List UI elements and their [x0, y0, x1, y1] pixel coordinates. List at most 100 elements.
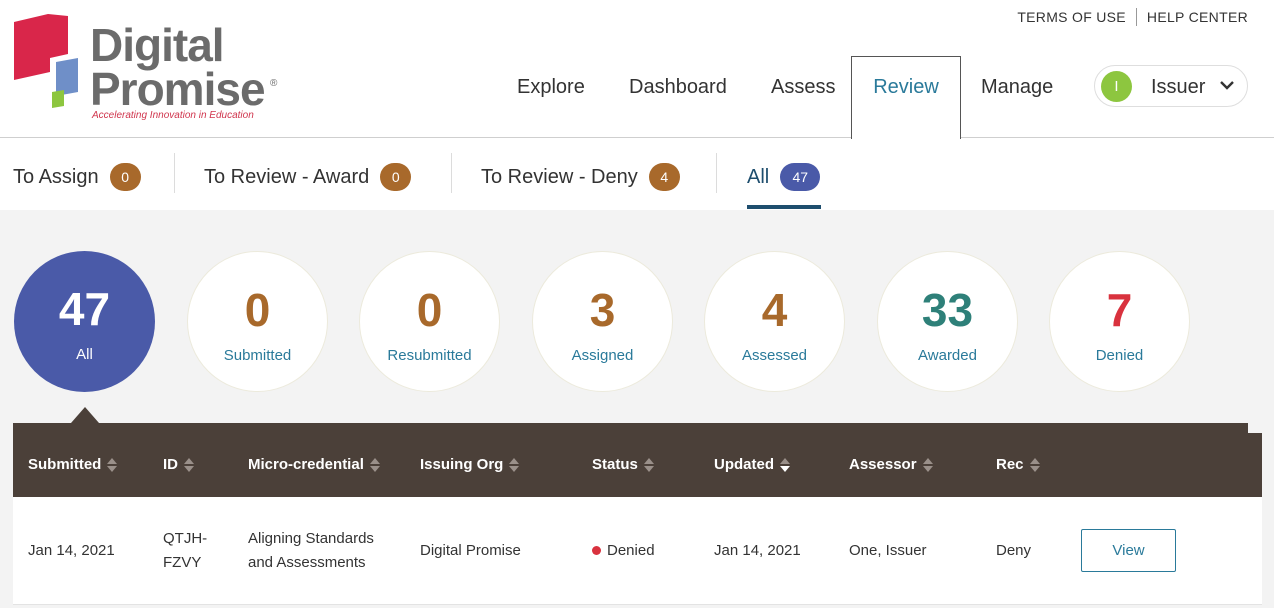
stat-assigned-label: Assigned [571, 347, 634, 364]
column-header-label: Rec [996, 456, 1024, 473]
chevron-down-icon [1220, 81, 1234, 90]
stat-assessed-label: Assessed [741, 347, 808, 364]
active-stat-pointer [71, 407, 99, 423]
sort-desc-icon [780, 457, 790, 473]
sort-icon [509, 457, 520, 473]
cell-id-line2: FZVY [163, 554, 202, 571]
column-header-label: Updated [714, 456, 774, 473]
cell-id: QTJH- FZVY [163, 527, 207, 575]
stat-submitted-label: Submitted [223, 347, 292, 364]
cell-issuing-org: Digital Promise [420, 542, 521, 559]
cell-submitted: Jan 14, 2021 [28, 542, 115, 559]
top-links-divider [1135, 8, 1137, 26]
tab-to-review-award-label: To Review - Award [204, 165, 370, 188]
stat-submitted-value: 0 [244, 284, 271, 336]
avatar: I [1101, 71, 1132, 102]
stat-awarded-value: 33 [921, 284, 974, 336]
column-header-id[interactable]: ID [163, 456, 194, 473]
registered-mark: ® [270, 78, 278, 89]
column-header-updated[interactable]: Updated [714, 456, 790, 473]
stat-awarded-label: Awarded [918, 347, 977, 364]
logo-word-promise: Promise [90, 63, 266, 115]
nav-review-label: Review [873, 76, 939, 98]
stat-denied[interactable]: 7 Denied [1049, 251, 1190, 392]
tab-divider [174, 153, 175, 193]
logo-tagline: Accelerating Innovation in Education [92, 110, 254, 121]
cell-rec: Deny [996, 542, 1032, 559]
stat-assigned-value: 3 [589, 284, 616, 336]
review-subtabs: To Assign 0 To Review - Award 0 To Revie… [0, 139, 1274, 210]
stat-resubmitted-label: Resubmitted [387, 347, 472, 364]
column-header-micro-credential[interactable]: Micro-credential [248, 456, 380, 473]
sort-icon [107, 457, 118, 473]
digital-promise-logo[interactable]: Digital Promise ® Accelerating Innovatio… [12, 14, 282, 124]
top-links: TERMS OF USE HELP CENTER [1017, 8, 1248, 26]
user-menu[interactable]: I Issuer [1094, 65, 1248, 107]
nav-dashboard[interactable]: Dashboard [629, 76, 727, 99]
column-header-assessor[interactable]: Assessor [849, 456, 933, 473]
sort-icon [184, 457, 194, 473]
sort-icon [369, 457, 380, 473]
tab-divider [451, 153, 452, 193]
stat-denied-label: Denied [1095, 347, 1144, 364]
logo-mark-icon [14, 14, 78, 108]
stat-assessed-value: 4 [761, 284, 788, 336]
column-header-label: Assessor [849, 456, 917, 473]
table-header: Submitted ID Micro-credential Issuing Or… [13, 423, 1262, 497]
stat-submitted[interactable]: 0 Submitted [187, 251, 328, 392]
stat-resubmitted[interactable]: 0 Resubmitted [359, 251, 500, 392]
tab-all-label: All [747, 165, 770, 188]
sort-icon [643, 457, 654, 473]
stat-denied-value: 7 [1106, 284, 1133, 336]
column-header-issuing-org[interactable]: Issuing Org [420, 456, 520, 473]
table-header-notch [1248, 423, 1262, 433]
user-name: Issuer [1151, 76, 1206, 98]
cell-micro-credential-line2: and Assessments [248, 554, 366, 571]
stat-assigned[interactable]: 3 Assigned [532, 251, 673, 392]
stat-all[interactable]: 47 All [14, 251, 155, 392]
cell-assessor: One, Issuer [849, 542, 927, 559]
tab-to-review-deny-label: To Review - Deny [481, 165, 638, 188]
table-row: Jan 14, 2021 QTJH- FZVY Aligning Standar… [13, 497, 1262, 605]
cell-micro-credential-line1: Aligning Standards [248, 530, 374, 547]
logo-word-digital: Digital [90, 19, 225, 71]
column-header-label: Issuing Org [420, 456, 504, 473]
cell-updated: Jan 14, 2021 [714, 542, 801, 559]
tab-divider [716, 153, 717, 193]
stat-all-value: 47 [58, 283, 111, 335]
column-header-rec[interactable]: Rec [996, 456, 1040, 473]
active-tab-underline [747, 205, 821, 209]
stat-assessed[interactable]: 4 Assessed [704, 251, 845, 392]
stat-resubmitted-value: 0 [416, 284, 443, 336]
terms-of-use-link[interactable]: TERMS OF USE [1017, 9, 1126, 25]
tab-all[interactable]: All 47 [747, 163, 821, 191]
cell-id-line1: QTJH- [163, 530, 208, 547]
tab-to-assign[interactable]: To Assign 0 [13, 163, 141, 191]
column-header-status[interactable]: Status [592, 456, 654, 473]
tab-to-assign-label: To Assign [13, 165, 99, 188]
status-text: Denied [607, 542, 655, 559]
header: Digital Promise ® Accelerating Innovatio… [0, 0, 1274, 139]
tab-to-review-deny[interactable]: To Review - Deny 4 [481, 163, 680, 191]
status-dot-icon [592, 545, 601, 555]
nav-assess[interactable]: Assess [771, 76, 835, 99]
column-header-submitted[interactable]: Submitted [28, 456, 118, 473]
stat-all-label: All [76, 346, 93, 363]
cell-status: Denied [592, 539, 655, 563]
stat-awarded[interactable]: 33 Awarded [877, 251, 1018, 392]
nav-explore[interactable]: Explore [517, 76, 585, 99]
view-button[interactable]: View [1081, 529, 1176, 572]
tab-to-review-deny-count-badge: 4 [648, 163, 680, 191]
sort-icon [1029, 457, 1040, 473]
sort-icon [922, 457, 933, 473]
tab-all-count-badge: 47 [780, 163, 821, 191]
nav-review[interactable]: Review [851, 56, 961, 139]
nav-manage[interactable]: Manage [981, 76, 1053, 99]
tab-to-review-award[interactable]: To Review - Award 0 [204, 163, 412, 191]
column-header-label: Submitted [28, 456, 102, 473]
cell-micro-credential: Aligning Standards and Assessments [248, 527, 374, 575]
tab-to-assign-count-badge: 0 [109, 163, 141, 191]
column-header-label: Micro-credential [248, 456, 364, 473]
column-header-label: Status [592, 456, 638, 473]
help-center-link[interactable]: HELP CENTER [1147, 9, 1248, 25]
